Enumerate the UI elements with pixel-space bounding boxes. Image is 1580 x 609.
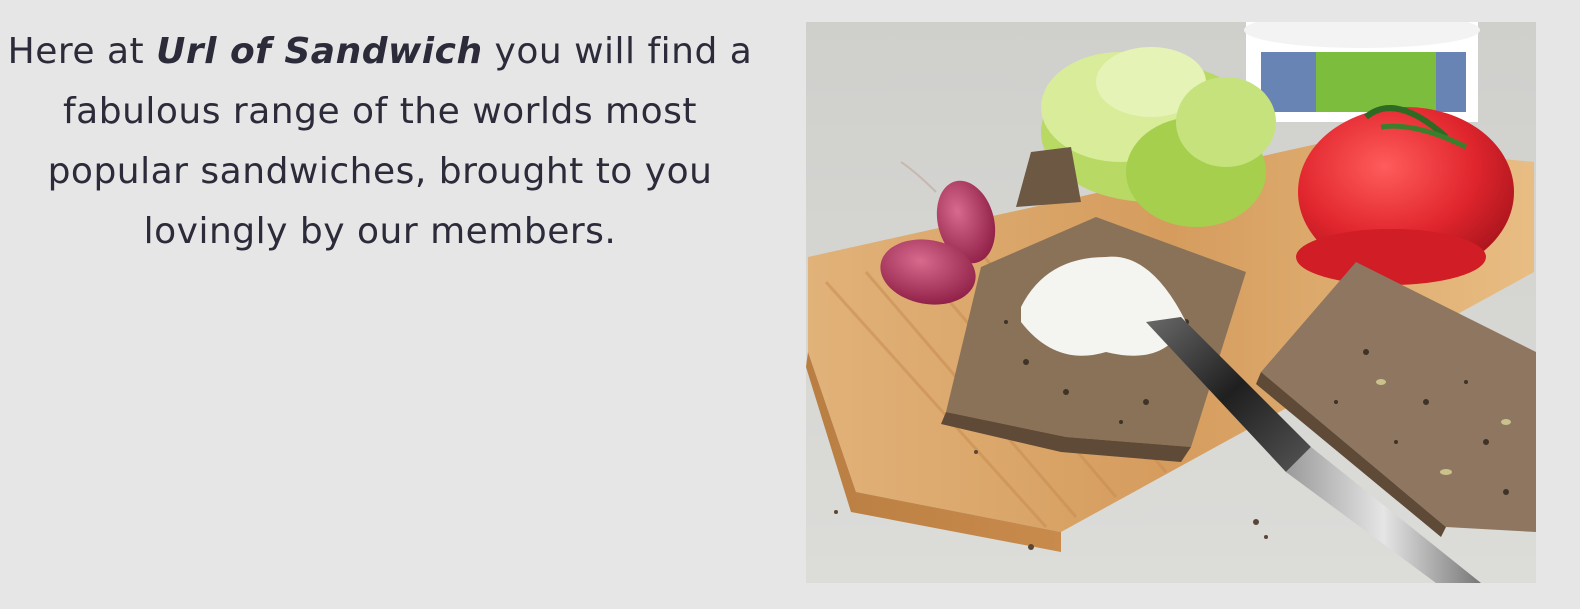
sandwich-photo [806, 22, 1536, 583]
intro-text-before: Here at [7, 31, 157, 72]
cream-tub [1244, 22, 1480, 122]
intro-text: Here at Url of Sandwich you will find a … [0, 22, 760, 262]
tomato [1296, 105, 1514, 285]
brand-name: Url of Sandwich [156, 31, 483, 72]
